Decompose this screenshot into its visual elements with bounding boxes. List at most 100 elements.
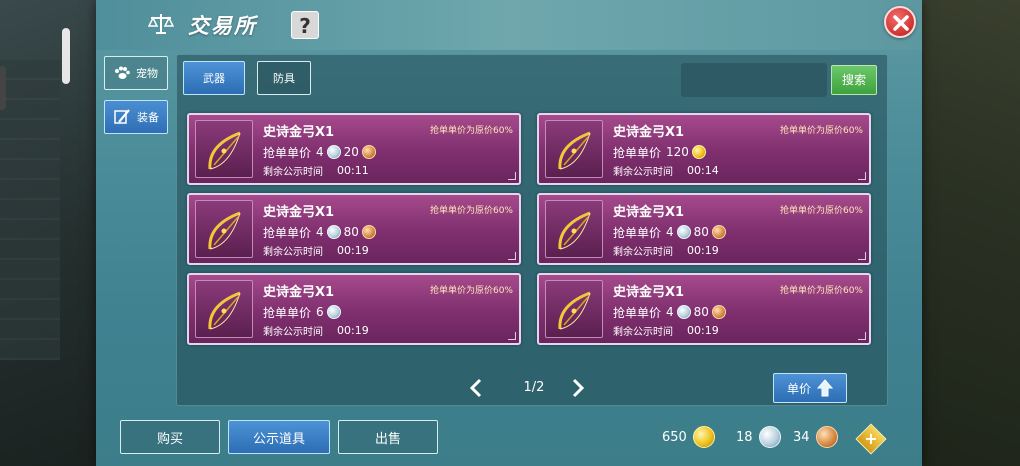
gold-balance: 650 <box>662 426 715 448</box>
item-name: 史诗金弓X1 <box>263 125 335 140</box>
golden-bow-icon <box>558 291 591 330</box>
price-amount: 6 <box>316 305 324 319</box>
time-value: 00:19 <box>687 324 719 337</box>
search-input[interactable] <box>681 63 827 97</box>
silver-amount: 18 <box>736 429 753 445</box>
card-corner <box>858 332 866 340</box>
price-amount: 4 <box>316 145 324 159</box>
item-price: 抢单单价 6 <box>263 303 341 321</box>
gold-coin-icon <box>691 145 706 159</box>
bronze-coin-icon <box>361 225 376 239</box>
time-label: 剩余公示时间 <box>263 247 323 258</box>
card-corner <box>508 252 516 260</box>
item-note: 抢单单价为原价60% <box>429 126 513 136</box>
card-corner <box>858 252 866 260</box>
item-icon-frame <box>545 280 603 338</box>
side-tab-label: 宠物 <box>136 67 158 80</box>
item-price: 抢单单价 4 80 <box>263 223 376 241</box>
price-amount: 80 <box>693 225 709 239</box>
tab-public-items[interactable]: 公示道具 <box>228 420 330 454</box>
silver-coin-icon <box>676 305 691 319</box>
help-button[interactable]: ? <box>291 11 319 39</box>
side-tab-label: 装备 <box>137 111 159 124</box>
item-name: 史诗金弓X1 <box>613 285 685 300</box>
item-note: 抢单单价为原价60% <box>429 286 513 296</box>
sort-unit-price-button[interactable]: 单价 <box>773 373 847 403</box>
search-button[interactable]: 搜索 <box>831 65 877 95</box>
tab-armor[interactable]: 防具 <box>257 61 311 95</box>
chevron-right-icon[interactable] <box>569 377 587 399</box>
time-label: 剩余公示时间 <box>263 167 323 178</box>
item-card[interactable]: 史诗金弓X1 抢单单价为原价60% 抢单单价 4 80 剩余公示时间 00:19 <box>537 273 871 345</box>
time-label: 剩余公示时间 <box>613 247 673 258</box>
time-value: 00:19 <box>337 244 369 257</box>
golden-bow-icon <box>558 131 591 170</box>
item-icon-frame <box>195 280 253 338</box>
price-label: 抢单单价 <box>263 145 312 160</box>
price-label: 抢单单价 <box>263 225 312 240</box>
price-amount: 80 <box>343 225 359 239</box>
item-note: 抢单单价为原价60% <box>429 206 513 216</box>
bronze-amount: 34 <box>793 429 810 445</box>
add-currency-button[interactable]: + <box>855 423 887 455</box>
price-label: 抢单单价 <box>613 305 662 320</box>
price-amount: 4 <box>666 305 674 319</box>
silver-coin-icon <box>326 305 341 319</box>
card-corner <box>508 332 516 340</box>
paw-icon <box>115 66 130 79</box>
time-label: 剩余公示时间 <box>613 327 673 338</box>
tab-sell[interactable]: 出售 <box>338 420 438 454</box>
bronze-coin-icon <box>815 426 838 448</box>
chevron-left-icon[interactable] <box>467 377 485 399</box>
time-value: 00:19 <box>337 324 369 337</box>
time-label: 剩余公示时间 <box>613 167 673 178</box>
item-name: 史诗金弓X1 <box>263 285 335 300</box>
golden-bow-icon <box>208 291 241 330</box>
listing-area: 武器 防具 搜索 史诗金弓X1 抢单单价为原价60% 抢单单价 4 20 剩余公示时间 00… <box>176 54 888 406</box>
item-time: 剩余公示时间 00:19 <box>263 323 369 338</box>
item-card[interactable]: 史诗金弓X1 抢单单价为原价60% 抢单单价 4 20 剩余公示时间 00:11 <box>187 113 521 185</box>
item-card[interactable]: 史诗金弓X1 抢单单价为原价60% 抢单单价 4 80 剩余公示时间 00:19 <box>537 193 871 265</box>
item-time: 剩余公示时间 00:11 <box>263 163 369 178</box>
pen-icon <box>114 109 130 124</box>
item-card[interactable]: 史诗金弓X1 抢单单价为原价60% 抢单单价 120 剩余公示时间 00:14 <box>537 113 871 185</box>
item-card[interactable]: 史诗金弓X1 抢单单价为原价60% 抢单单价 6 剩余公示时间 00:19 <box>187 273 521 345</box>
side-tab-equipment[interactable]: 装备 <box>104 100 168 134</box>
item-card[interactable]: 史诗金弓X1 抢单单价为原价60% 抢单单价 4 80 剩余公示时间 00:19 <box>187 193 521 265</box>
price-amount: 20 <box>343 145 359 159</box>
sort-label: 单价 <box>786 381 811 396</box>
close-button[interactable] <box>884 6 916 38</box>
item-price: 抢单单价 4 80 <box>613 223 726 241</box>
tab-weapon[interactable]: 武器 <box>183 61 245 95</box>
item-name: 史诗金弓X1 <box>613 205 685 220</box>
drawer-handle[interactable] <box>62 28 70 84</box>
golden-bow-icon <box>558 211 591 250</box>
time-value: 00:14 <box>687 164 719 177</box>
item-time: 剩余公示时间 00:14 <box>613 163 719 178</box>
item-name: 史诗金弓X1 <box>613 125 685 140</box>
golden-bow-icon <box>208 211 241 250</box>
item-time: 剩余公示时间 00:19 <box>613 243 719 258</box>
item-icon-frame <box>195 120 253 178</box>
price-amount: 120 <box>666 145 689 159</box>
item-price: 抢单单价 120 <box>613 143 706 161</box>
side-notch <box>0 66 6 110</box>
silver-balance: 18 <box>736 426 781 448</box>
price-amount: 4 <box>666 225 674 239</box>
price-amount: 80 <box>693 305 709 319</box>
item-icon-frame <box>545 120 603 178</box>
side-tab-pet[interactable]: 宠物 <box>104 56 168 90</box>
time-label: 剩余公示时间 <box>263 327 323 338</box>
item-note: 抢单单价为原价60% <box>779 126 863 136</box>
item-price: 抢单单价 4 20 <box>263 143 376 161</box>
card-corner <box>858 172 866 180</box>
time-value: 00:19 <box>687 244 719 257</box>
tab-buy[interactable]: 购买 <box>120 420 220 454</box>
price-label: 抢单单价 <box>613 225 662 240</box>
price-label: 抢单单价 <box>613 145 662 160</box>
silver-coin-icon <box>326 225 341 239</box>
card-corner <box>508 172 516 180</box>
price-amount: 4 <box>316 225 324 239</box>
background-scenery-right <box>920 0 1020 466</box>
bronze-coin-icon <box>361 145 376 159</box>
